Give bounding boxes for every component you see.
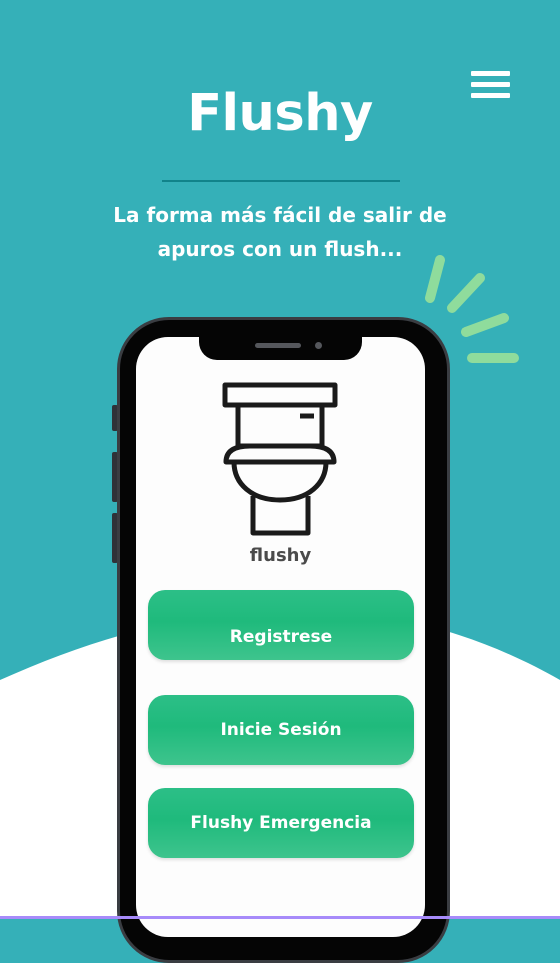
phone-camera <box>315 342 322 349</box>
page-title: Flushy <box>187 84 373 143</box>
login-button[interactable]: Inicie Sesión <box>148 695 414 765</box>
subtitle-line-2: apuros con un flush... <box>157 237 403 261</box>
subtitle-line-1: La forma más fácil de salir de <box>113 203 447 227</box>
toilet-icon <box>222 382 338 536</box>
app-name-label: flushy <box>249 545 312 566</box>
register-button[interactable]: Registrese <box>148 590 414 660</box>
title-divider <box>162 180 400 182</box>
phone-speaker <box>255 343 301 348</box>
emergency-button[interactable]: Flushy Emergencia <box>148 788 414 858</box>
page-subtitle: La forma más fácil de salir de apuros co… <box>110 198 450 266</box>
